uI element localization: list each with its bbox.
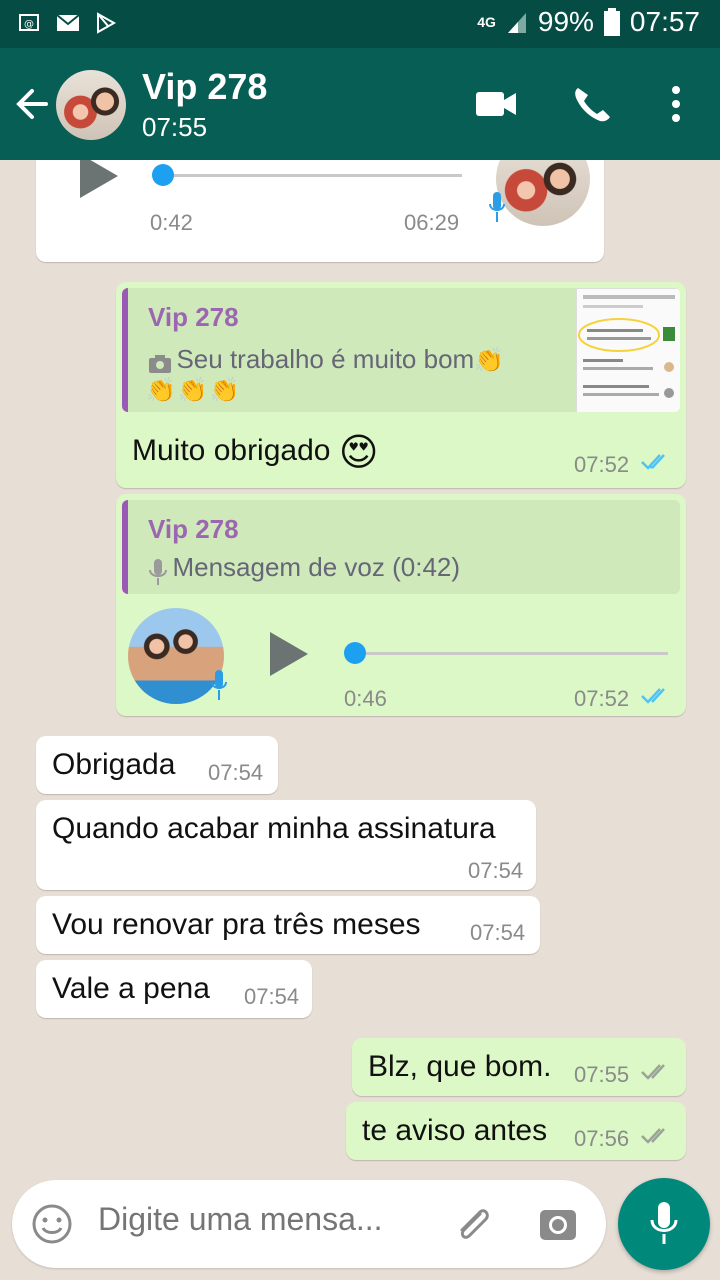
outgoing-reply-message[interactable]: Vip 278 Seu trabalho é muito bom👏 👏👏👏 Mu…	[116, 282, 686, 488]
signal-icon	[507, 13, 526, 33]
phone-icon[interactable]	[570, 84, 614, 124]
play-icon[interactable]	[80, 160, 118, 198]
mic-icon	[149, 558, 167, 585]
incoming-message[interactable]: Obrigada 07:54	[36, 736, 278, 794]
quoted-voice-message[interactable]: Vip 278 Mensagem de voz (0:42)	[122, 500, 680, 594]
outgoing-message[interactable]: te aviso antes 07:56	[346, 1102, 686, 1160]
quoted-sender: Vip 278	[148, 514, 239, 544]
message-time: 07:54	[470, 920, 526, 945]
camera-icon[interactable]	[536, 1202, 580, 1246]
composer	[12, 1180, 606, 1268]
audio-progress-track[interactable]	[354, 652, 668, 655]
message-text: Quando acabar minha assinatura	[52, 812, 496, 845]
quoted-sender: Vip 278	[148, 302, 239, 332]
message-text-content: Muito obrigado	[132, 433, 331, 467]
message-text: Obrigada	[52, 748, 176, 781]
message-text: Muito obrigado 😍	[132, 430, 378, 474]
read-receipt-icon	[641, 688, 665, 704]
attach-icon[interactable]	[450, 1202, 494, 1246]
more-icon[interactable]	[654, 84, 698, 124]
read-receipt-icon	[641, 454, 665, 470]
battery-percent: 99%	[537, 6, 594, 37]
mic-icon	[650, 1202, 678, 1244]
quoted-text: Mensagem de voz (0:42)	[172, 552, 461, 582]
quoted-text: Seu trabalho é muito bom	[176, 344, 475, 374]
network-type: 4G	[477, 14, 496, 30]
message-time: 06:29	[404, 210, 460, 235]
voice-message-incoming[interactable]: 0:42 06:29	[36, 160, 604, 262]
gmail-icon: @	[19, 14, 39, 31]
contact-avatar[interactable]	[56, 70, 126, 140]
last-seen: 07:55	[142, 112, 208, 142]
outgoing-voice-reply[interactable]: Vip 278 Mensagem de voz (0:42) 0:46 07:5…	[116, 494, 686, 716]
message-time: 07:52	[574, 686, 630, 711]
battery-icon	[603, 8, 620, 36]
play-icon[interactable]	[270, 632, 308, 676]
audio-progress-track[interactable]	[162, 174, 462, 177]
message-time: 07:52	[574, 452, 630, 477]
quoted-emojis: 👏👏👏	[146, 376, 242, 404]
message-time: 07:56	[574, 1126, 630, 1151]
message-time: 07:55	[574, 1062, 630, 1087]
svg-text:@: @	[24, 19, 34, 30]
mail-icon	[56, 14, 80, 31]
delivered-icon	[641, 1128, 665, 1144]
outgoing-message[interactable]: Blz, que bom. 07:55	[352, 1038, 686, 1096]
clock: 07:57	[629, 6, 700, 37]
message-input[interactable]	[96, 1200, 430, 1239]
audio-progress-knob[interactable]	[152, 164, 174, 186]
message-time: 07:54	[244, 984, 300, 1009]
heart-eyes-emoji: 😍	[338, 430, 379, 474]
message-text: Blz, que bom.	[368, 1050, 552, 1083]
message-time: 07:54	[208, 760, 264, 785]
play-store-icon	[97, 12, 117, 34]
quoted-message[interactable]: Vip 278 Seu trabalho é muito bom👏 👏👏👏	[122, 288, 680, 412]
chat-header: Vip 278 07:55	[0, 48, 720, 160]
chat-area[interactable]: 0:42 06:29 Vip 278 Seu trabalho é muito …	[0, 160, 720, 1180]
incoming-message[interactable]: Vale a pena 07:54	[36, 960, 312, 1018]
audio-elapsed: 0:46	[344, 686, 387, 711]
emoji-icon[interactable]	[30, 1202, 74, 1246]
message-text: Vale a pena	[52, 972, 210, 1005]
mic-icon	[211, 670, 227, 700]
message-text: Vou renovar pra três meses	[52, 908, 421, 941]
quoted-content: Seu trabalho é muito bom👏	[148, 344, 504, 375]
incoming-message[interactable]: Quando acabar minha assinatura 07:54	[36, 800, 536, 890]
status-bar: @ 4G 99% 07:57	[0, 0, 720, 48]
delivered-icon	[641, 1064, 665, 1080]
audio-progress-knob[interactable]	[344, 642, 366, 664]
quoted-content: Mensagem de voz (0:42)	[148, 552, 460, 586]
message-time: 07:54	[468, 858, 524, 883]
audio-elapsed: 0:42	[150, 210, 193, 235]
mic-icon	[489, 192, 505, 222]
back-arrow-icon[interactable]	[14, 86, 50, 122]
voice-record-button[interactable]	[618, 1178, 710, 1270]
incoming-message[interactable]: Vou renovar pra três meses 07:54	[36, 896, 540, 954]
message-text: te aviso antes	[362, 1114, 548, 1147]
quoted-image-thumbnail	[576, 288, 680, 412]
contact-name[interactable]: Vip 278	[142, 66, 267, 108]
video-call-icon[interactable]	[474, 84, 518, 124]
sender-avatar	[496, 160, 590, 226]
camera-icon	[149, 354, 171, 373]
clap-emoji: 👏	[474, 346, 505, 374]
